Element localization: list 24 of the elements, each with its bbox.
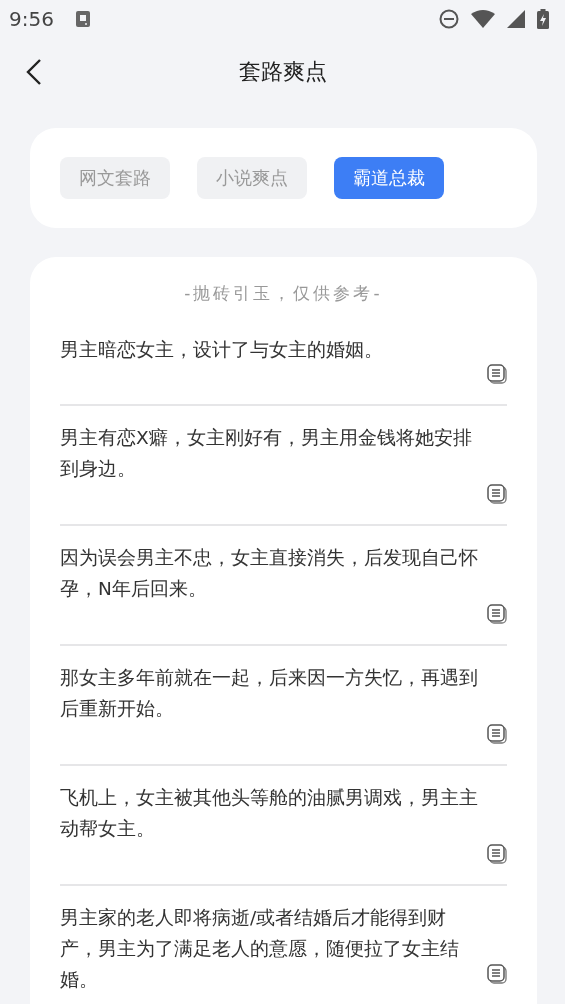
wifi-icon (471, 10, 495, 28)
signal-icon (507, 10, 525, 28)
trope-text: 飞机上，女主被其他头等舱的油腻男调戏，男主主动帮女主。 (60, 786, 479, 841)
page-title: 套路爽点 (238, 58, 327, 86)
battery-icon (537, 9, 549, 29)
category-tab[interactable]: 小说爽点 (197, 157, 307, 199)
copy-icon[interactable] (487, 484, 507, 504)
trope-text: 男主有恋X癖，女主刚好有，男主用金钱将她安排到身边。 (60, 426, 473, 481)
status-time: 9:56 (9, 7, 54, 31)
category-tab[interactable]: 网文套路 (60, 157, 170, 199)
copy-icon[interactable] (487, 844, 507, 864)
notification-icon (75, 11, 90, 27)
trope-text: 男主家的老人即将病逝/或者结婚后才能得到财产，男主为了满足老人的意愿，随便拉了女主结婚。 (60, 906, 460, 992)
category-tab[interactable]: 霸道总裁 (334, 157, 444, 199)
copy-icon[interactable] (487, 724, 507, 744)
list-subtitle: -抛砖引玉，仅供参考- (183, 282, 384, 305)
copy-icon[interactable] (487, 364, 507, 384)
copy-icon[interactable] (487, 604, 507, 624)
do-not-disturb-icon (439, 9, 459, 29)
copy-icon[interactable] (487, 964, 507, 984)
trope-text: 那女主多年前就在一起，后来因一方失忆，再遇到后重新开始。 (60, 666, 479, 721)
back-icon[interactable] (26, 58, 42, 86)
trope-text: 男主暗恋女主，设计了与女主的婚姻。 (60, 338, 384, 362)
trope-text: 因为误会男主不忠，女主直接消失，后发现自己怀孕，N年后回来。 (60, 546, 479, 601)
